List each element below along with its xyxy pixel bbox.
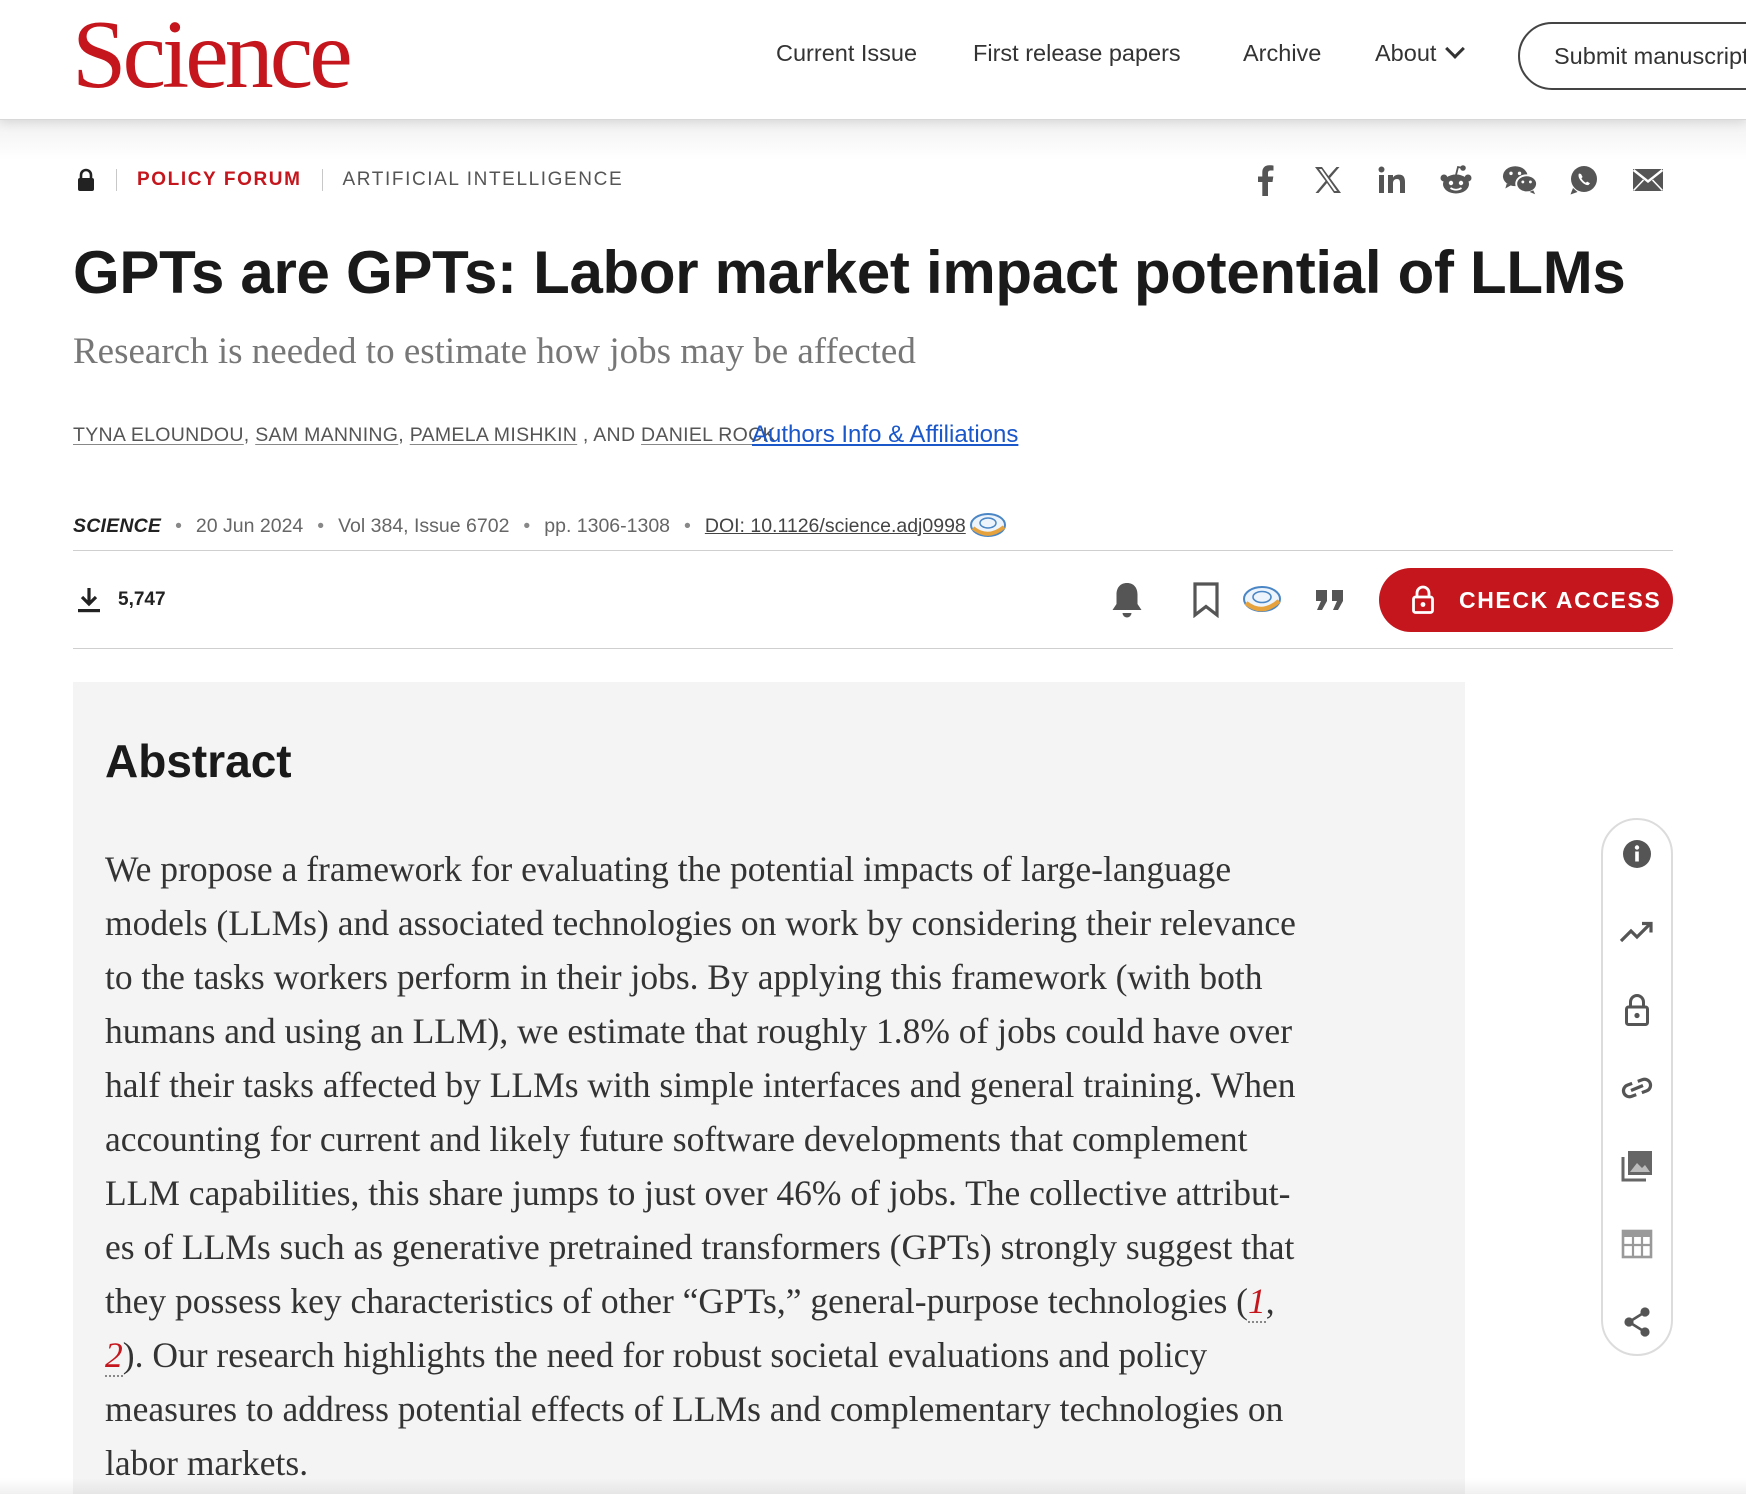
share-icon[interactable] bbox=[1617, 1302, 1657, 1342]
abstract-line: LLM capabilities, this share jumps to ju… bbox=[105, 1173, 1291, 1213]
info-icon[interactable] bbox=[1617, 834, 1657, 874]
link-icon[interactable] bbox=[1617, 1068, 1657, 1108]
breadcrumb: POLICY FORUM ARTIFICIAL INTELLIGENCE bbox=[76, 168, 623, 192]
nav-current-issue[interactable]: Current Issue bbox=[776, 40, 917, 67]
breadcrumb-topic[interactable]: ARTIFICIAL INTELLIGENCE bbox=[343, 169, 624, 191]
download-icon bbox=[76, 586, 102, 614]
bullet-separator: • bbox=[175, 514, 182, 537]
check-access-label: CHECK ACCESS bbox=[1459, 586, 1662, 613]
linkedin-icon[interactable] bbox=[1374, 162, 1410, 198]
article-title: GPTs are GPTs: Labor market impact poten… bbox=[73, 239, 1626, 306]
bell-icon[interactable] bbox=[1105, 578, 1149, 622]
abstract-line: es of LLMs such as generative pretrained… bbox=[105, 1227, 1295, 1267]
facebook-icon[interactable] bbox=[1247, 162, 1283, 198]
abstract-line: We propose a framework for evaluating th… bbox=[105, 849, 1232, 889]
author-separator: , bbox=[398, 424, 410, 446]
page-bottom-shadow bbox=[0, 1478, 1746, 1494]
abstract-line: models (LLMs) and associated technologie… bbox=[105, 903, 1296, 943]
bullet-separator: • bbox=[684, 514, 691, 537]
citation-line: SCIENCE • 20 Jun 2024 • Vol 384, Issue 6… bbox=[73, 512, 1008, 540]
abstract-line: measures to address potential effects of… bbox=[105, 1389, 1284, 1429]
bookmark-icon[interactable] bbox=[1184, 578, 1228, 622]
author-separator: , AND bbox=[577, 424, 642, 446]
chevron-down-icon bbox=[1445, 39, 1466, 59]
abstract-text: We propose a framework for evaluating th… bbox=[105, 842, 1445, 1490]
publication-date: 20 Jun 2024 bbox=[195, 514, 304, 537]
crossmark-icon[interactable] bbox=[968, 512, 1008, 540]
abstract-text-fragment: they possess key characteristics of othe… bbox=[105, 1281, 1249, 1321]
bullet-separator: • bbox=[317, 514, 325, 537]
submit-manuscript-button[interactable]: Submit manuscript bbox=[1518, 22, 1746, 90]
whatsapp-icon[interactable] bbox=[1566, 162, 1602, 198]
journal-name: SCIENCE bbox=[73, 514, 162, 537]
breadcrumb-divider bbox=[116, 169, 117, 191]
nav-archive[interactable]: Archive bbox=[1243, 40, 1321, 67]
unlock-icon[interactable] bbox=[1617, 990, 1657, 1030]
author-separator: , bbox=[243, 424, 256, 446]
abstract-line: half their tasks affected by LLMs with s… bbox=[105, 1065, 1296, 1105]
table-icon[interactable] bbox=[1617, 1224, 1657, 1264]
abstract-line: they possess key characteristics of othe… bbox=[105, 1274, 1445, 1328]
volume-issue: Vol 384, Issue 6702 bbox=[338, 514, 510, 537]
cite-quote-icon[interactable] bbox=[1308, 578, 1352, 622]
crossmark-icon[interactable] bbox=[1240, 578, 1284, 622]
download-count: 5,747 bbox=[118, 589, 166, 610]
image-icon[interactable] bbox=[1617, 1146, 1657, 1186]
divider bbox=[73, 550, 1673, 551]
abstract-line: 2). Our research highlights the need for… bbox=[105, 1328, 1445, 1382]
header-shadow bbox=[0, 120, 1746, 160]
science-logo[interactable]: Science bbox=[72, 6, 353, 104]
site-header: Science Current Issue First release pape… bbox=[0, 0, 1746, 120]
nav-about-label: About bbox=[1375, 40, 1437, 66]
abstract-line: humans and using an LLM), we estimate th… bbox=[105, 1011, 1293, 1051]
x-icon[interactable] bbox=[1310, 162, 1346, 198]
breadcrumb-section[interactable]: POLICY FORUM bbox=[137, 169, 302, 191]
authors-affiliations-link[interactable]: Authors Info & Affiliations bbox=[752, 421, 1018, 449]
doi-link[interactable]: DOI: 10.1126/science.adj0998 bbox=[705, 515, 966, 538]
nav-first-release-papers[interactable]: First release papers bbox=[973, 40, 1181, 67]
reference-link[interactable]: 1 bbox=[1248, 1281, 1266, 1323]
check-access-button[interactable]: CHECK ACCESS bbox=[1379, 568, 1673, 632]
author-name[interactable]: TYNA ELOUNDOU bbox=[73, 424, 244, 446]
author-name[interactable]: PAMELA MISHKIN bbox=[410, 424, 577, 446]
email-icon[interactable] bbox=[1630, 162, 1666, 198]
abstract-line: to the tasks workers perform in their jo… bbox=[105, 957, 1263, 997]
author-name[interactable]: SAM MANNING bbox=[255, 424, 398, 446]
article-subtitle: Research is needed to estimate how jobs … bbox=[73, 331, 916, 372]
reddit-icon[interactable] bbox=[1438, 162, 1474, 198]
bullet-separator: • bbox=[523, 514, 531, 537]
nav-about[interactable]: About bbox=[1375, 39, 1466, 67]
abstract-text-fragment: , bbox=[1265, 1281, 1275, 1321]
article-tools-rail bbox=[1601, 818, 1673, 1356]
downloads-metric[interactable]: 5,747 bbox=[76, 586, 166, 614]
wechat-icon[interactable] bbox=[1502, 162, 1538, 198]
breadcrumb-divider bbox=[321, 169, 323, 191]
trending-icon[interactable] bbox=[1617, 912, 1657, 952]
divider bbox=[73, 648, 1673, 649]
abstract-section: Abstract We propose a framework for eval… bbox=[73, 682, 1465, 1494]
page-range: pp. 1306-1308 bbox=[544, 514, 671, 537]
abstract-text-fragment: ). Our research highlights the need for … bbox=[122, 1335, 1208, 1375]
unlock-icon bbox=[1411, 585, 1435, 615]
reference-link[interactable]: 2 bbox=[105, 1335, 123, 1377]
abstract-line: accounting for current and likely future… bbox=[105, 1119, 1248, 1159]
author-list: TYNA ELOUNDOU, SAM MANNING, PAMELA MISHK… bbox=[73, 424, 776, 447]
lock-icon bbox=[76, 168, 96, 192]
abstract-heading: Abstract bbox=[105, 735, 292, 787]
